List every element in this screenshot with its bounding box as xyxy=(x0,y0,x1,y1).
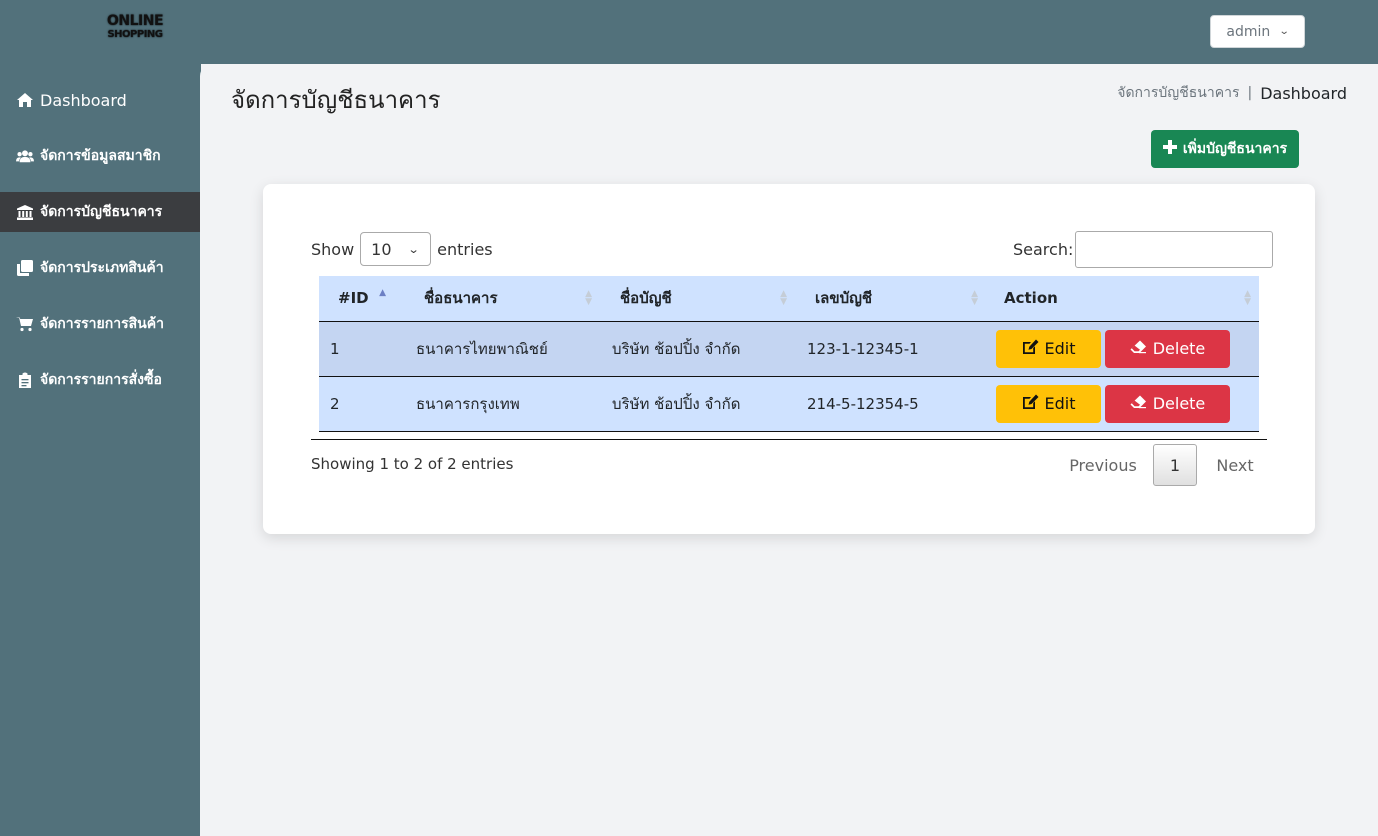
cell-account-name: บริษัท ช้อปปิ้ง จำกัด xyxy=(600,321,795,377)
cell-actions: Edit Delete xyxy=(986,321,1259,377)
column-header-label: Action xyxy=(1004,289,1058,308)
user-menu-dropdown[interactable]: admin ⌄ xyxy=(1210,15,1305,48)
column-header-label: ชื่อบัญชี xyxy=(620,289,672,308)
sidebar-item-bank-accounts[interactable]: จัดการบัญชีธนาคาร xyxy=(0,192,200,232)
edit-button-label: Edit xyxy=(1044,339,1076,358)
clone-icon xyxy=(16,260,34,276)
sidebar-item-product-types[interactable]: จัดการประเภทสินค้า xyxy=(0,248,200,288)
edit-button-label: Edit xyxy=(1044,394,1076,413)
cell-bank-name: ธนาคารกรุงเทพ xyxy=(404,376,600,432)
edit-button[interactable]: Edit xyxy=(996,384,1101,423)
search-control: Search: xyxy=(1013,231,1274,268)
breadcrumb-item-current: จัดการบัญชีธนาคาร xyxy=(1117,85,1240,101)
previous-page-button[interactable]: Previous xyxy=(1060,456,1146,475)
eraser-icon xyxy=(1130,394,1147,413)
column-header-account-name[interactable]: ชื่อบัญชี ▲ ▼ xyxy=(600,276,795,322)
column-header-action[interactable]: Action ▲ ▼ xyxy=(986,276,1259,322)
eraser-icon xyxy=(1130,339,1147,358)
sidebar-item-members[interactable]: จัดการข้อมูลสมาชิก xyxy=(0,136,200,176)
home-icon xyxy=(16,92,34,108)
sort-icon: ▲ ▼ xyxy=(585,289,592,307)
table-header-row: #ID ▲ ชื่อธนาคาร ▲ ▼ ชื่อบัญชี ▲ ▼ เลขบัญช… xyxy=(319,276,1259,322)
plus-icon xyxy=(1162,140,1177,158)
cell-bank-name: ธนาคารไทยพาณิชย์ xyxy=(404,321,600,377)
clipboard-icon xyxy=(16,372,34,388)
edit-button[interactable]: Edit xyxy=(996,329,1101,368)
page-button-current[interactable]: 1 xyxy=(1153,444,1197,486)
add-bank-account-button[interactable]: เพิ่มบัญชีธนาคาร xyxy=(1151,130,1299,168)
chevron-down-icon: ⌄ xyxy=(407,242,420,256)
delete-button-label: Delete xyxy=(1152,394,1206,413)
search-input[interactable] xyxy=(1075,231,1274,268)
column-header-account-number[interactable]: เลขบัญชี ▲ ▼ xyxy=(795,276,986,322)
logo-line1: ONLINE xyxy=(106,13,164,29)
table-info: Showing 1 to 2 of 2 entries xyxy=(311,455,514,473)
sort-icon: ▲ xyxy=(379,288,386,298)
sidebar-item-label: จัดการประเภทสินค้า xyxy=(40,260,164,276)
cell-account-number: 123-1-12345-1 xyxy=(795,321,986,377)
sidebar-item-label: จัดการรายการสินค้า xyxy=(40,316,164,332)
show-label: Show xyxy=(311,239,355,259)
page-length-select[interactable]: 10 ⌄ xyxy=(360,232,432,266)
bank-icon xyxy=(16,204,34,220)
column-header-id[interactable]: #ID ▲ xyxy=(319,276,404,322)
pagination: Previous 1 Next xyxy=(1060,444,1269,486)
bank-accounts-table: #ID ▲ ชื่อธนาคาร ▲ ▼ ชื่อบัญชี ▲ ▼ เลขบัญช… xyxy=(319,276,1259,432)
page-title: จัดการบัญชีธนาคาร xyxy=(231,86,441,114)
sidebar-item-label: จัดการข้อมูลสมาชิก xyxy=(40,148,161,164)
sidebar-item-products[interactable]: จัดการรายการสินค้า xyxy=(0,304,200,344)
sort-icon: ▲ ▼ xyxy=(780,289,787,307)
cell-account-name: บริษัท ช้อปปิ้ง จำกัด xyxy=(600,376,795,432)
add-button-label: เพิ่มบัญชีธนาคาร xyxy=(1182,141,1288,157)
users-icon xyxy=(16,148,34,164)
sort-icon: ▲ ▼ xyxy=(971,289,978,307)
cell-id: 1 xyxy=(319,321,404,377)
page-length-control: Show 10 ⌄ entries xyxy=(311,232,493,266)
table-row: 2 ธนาคารกรุงเทพ บริษัท ช้อปปิ้ง จำกัด 21… xyxy=(319,376,1259,432)
sidebar-item-label: จัดการรายการสั่งซื้อ xyxy=(40,372,162,388)
column-header-bank-name[interactable]: ชื่อธนาคาร ▲ ▼ xyxy=(404,276,600,322)
cell-account-number: 214-5-12354-5 xyxy=(795,376,986,432)
sidebar-item-label: Dashboard xyxy=(40,90,127,110)
sort-icon: ▲ ▼ xyxy=(1244,289,1251,307)
user-menu-label: admin xyxy=(1226,23,1271,40)
sidebar-item-label: จัดการบัญชีธนาคาร xyxy=(40,204,163,220)
breadcrumb-item-dashboard[interactable]: Dashboard xyxy=(1260,84,1347,103)
search-label: Search: xyxy=(1013,240,1074,259)
logo-line2: SHOPPING xyxy=(107,29,163,40)
sidebar-item-dashboard[interactable]: Dashboard xyxy=(0,80,200,120)
table-bottom-border xyxy=(311,439,1267,440)
sidebar xyxy=(0,64,201,836)
entries-label: entries xyxy=(437,239,493,259)
site-logo[interactable]: ONLINE SHOPPING xyxy=(99,13,171,42)
column-header-label: ชื่อธนาคาร xyxy=(424,289,498,308)
edit-icon xyxy=(1022,339,1039,359)
cart-icon xyxy=(16,316,34,332)
cell-id: 2 xyxy=(319,376,404,432)
page-length-value: 10 xyxy=(371,239,392,259)
breadcrumb-separator: | xyxy=(1247,85,1253,101)
next-page-button[interactable]: Next xyxy=(1201,456,1269,475)
table-row: 1 ธนาคารไทยพาณิชย์ บริษัท ช้อปปิ้ง จำกัด… xyxy=(319,321,1259,377)
top-navbar: ONLINE SHOPPING admin ⌄ xyxy=(0,0,1378,64)
sidebar-item-orders[interactable]: จัดการรายการสั่งซื้อ xyxy=(0,360,200,400)
column-header-label: #ID xyxy=(338,289,369,308)
delete-button[interactable]: Delete xyxy=(1105,329,1230,368)
breadcrumb: จัดการบัญชีธนาคาร | Dashboard xyxy=(1117,82,1347,104)
edit-icon xyxy=(1022,394,1039,414)
cell-actions: Edit Delete xyxy=(986,376,1259,432)
delete-button-label: Delete xyxy=(1152,339,1206,358)
chevron-down-icon: ⌄ xyxy=(1278,26,1290,37)
column-header-label: เลขบัญชี xyxy=(815,289,873,308)
delete-button[interactable]: Delete xyxy=(1105,384,1230,423)
